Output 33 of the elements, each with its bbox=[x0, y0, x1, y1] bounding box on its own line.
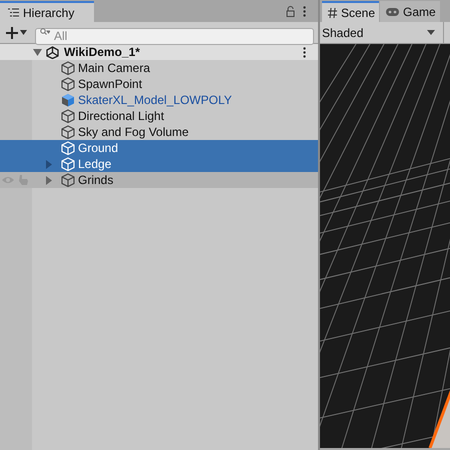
search-field[interactable]: All bbox=[35, 28, 314, 44]
hierarchy-tab[interactable]: Hierarchy bbox=[0, 1, 94, 22]
cube-icon bbox=[61, 157, 75, 171]
grid-icon bbox=[328, 8, 337, 18]
search-icon bbox=[40, 28, 50, 36]
hierarchy-item[interactable]: Sky and Fog Volume bbox=[0, 124, 318, 140]
list-icon bbox=[8, 8, 19, 17]
more-options-icon[interactable] bbox=[303, 46, 306, 58]
hierarchy-item[interactable]: SkaterXL_Model_LOWPOLY bbox=[0, 92, 318, 108]
more-options-icon[interactable] bbox=[303, 6, 306, 16]
cube-icon bbox=[61, 125, 75, 139]
view-tab[interactable]: Scene bbox=[322, 1, 380, 22]
cube-icon bbox=[61, 61, 75, 75]
view-tab[interactable]: Game bbox=[380, 1, 440, 22]
cube-icon bbox=[61, 109, 75, 123]
unity-logo-icon bbox=[46, 46, 59, 58]
lock-icon[interactable] bbox=[286, 6, 295, 16]
create-dropdown-button[interactable] bbox=[6, 24, 27, 40]
hierarchy-item[interactable]: SpawnPoint bbox=[0, 76, 318, 92]
caret-icon bbox=[20, 30, 27, 35]
hierarchy-item[interactable]: Directional Light bbox=[0, 108, 318, 124]
hierarchy-item[interactable]: Ledge bbox=[0, 156, 318, 172]
cube-icon bbox=[61, 141, 75, 155]
expand-arrow-icon[interactable] bbox=[33, 48, 42, 56]
gamepad-icon bbox=[386, 8, 400, 16]
cube-icon bbox=[61, 173, 75, 187]
hierarchy-item[interactable]: Ground bbox=[0, 140, 318, 156]
caret-icon bbox=[427, 30, 435, 35]
hierarchy-item[interactable]: Grinds bbox=[0, 172, 318, 188]
prefab-cube-icon bbox=[61, 93, 75, 107]
expand-arrow-icon[interactable] bbox=[44, 176, 52, 184]
hierarchy-item[interactable]: Main Camera bbox=[0, 60, 318, 76]
cube-icon bbox=[61, 77, 75, 91]
